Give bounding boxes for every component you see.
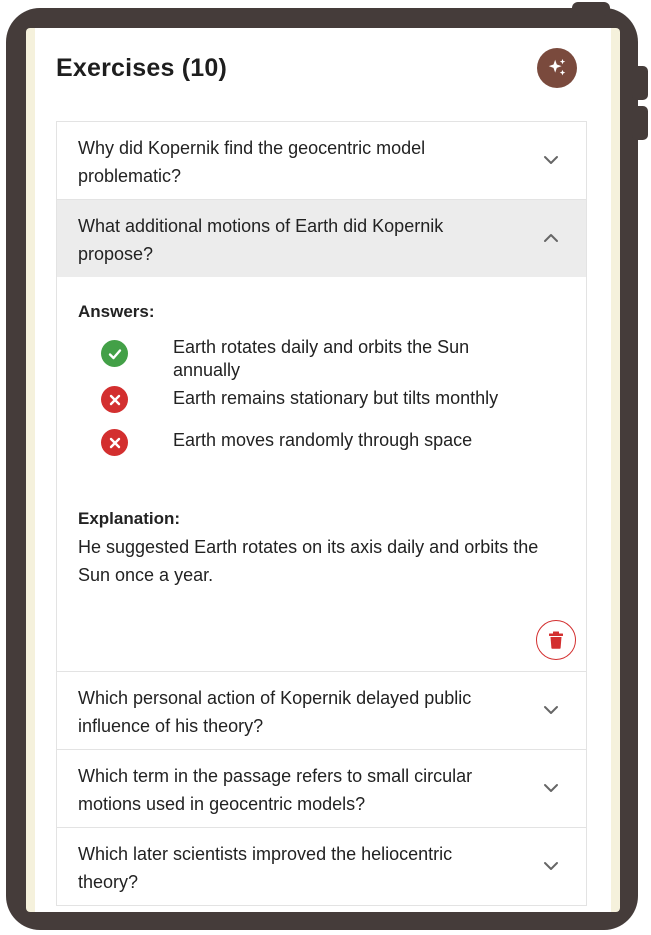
answers-label: Answers:	[78, 302, 155, 321]
explanation-label: Explanation:	[78, 509, 181, 528]
answer-text: Earth remains stationary but tilts month…	[173, 388, 499, 408]
chevron-down-icon	[544, 156, 558, 164]
exercise-question: Why did Kopernik find the geocentric mod…	[78, 138, 426, 186]
sparkles-icon	[548, 58, 566, 76]
exercise-item-expanded: What additional motions of Earth did Kop…	[57, 200, 586, 672]
exercise-question-row[interactable]: Which personal action of Kopernik delaye…	[57, 672, 586, 749]
exercise-question: Which term in the passage refers to smal…	[78, 766, 473, 814]
exercise-item: Why did Kopernik find the geocentric mod…	[57, 122, 586, 200]
answer-text: Earth rotates daily and orbits the Sun a…	[173, 337, 470, 380]
volume-up-button	[632, 66, 648, 100]
page-title: Exercises (10)	[56, 54, 227, 82]
exercises-screen: Exercises (10) Why did Kopernik find the…	[35, 28, 611, 912]
check-circle-icon	[101, 340, 128, 367]
exercise-question-row[interactable]: Which term in the passage refers to smal…	[57, 750, 586, 827]
exercise-question-row[interactable]: Why did Kopernik find the geocentric mod…	[57, 122, 586, 199]
exercise-details-panel: Answers: Earth rotates daily and orbits …	[57, 277, 586, 671]
exercise-question: What additional motions of Earth did Kop…	[78, 216, 444, 264]
volume-down-button	[632, 106, 648, 140]
x-circle-icon	[101, 386, 128, 413]
chevron-down-icon	[544, 862, 558, 870]
chevron-down-icon	[544, 706, 558, 714]
trash-icon	[549, 631, 563, 649]
exercise-item: Which personal action of Kopernik delaye…	[57, 672, 586, 750]
x-circle-icon	[101, 429, 128, 456]
ai-generate-button[interactable]	[537, 48, 577, 88]
exercise-item: Which later scientists improved the heli…	[57, 828, 586, 906]
chevron-down-icon	[544, 784, 558, 792]
answer-text: Earth moves randomly through space	[173, 430, 473, 450]
power-button	[572, 2, 610, 16]
exercise-question: Which personal action of Kopernik delaye…	[78, 688, 472, 736]
exercise-question-row[interactable]: Which later scientists improved the heli…	[57, 828, 586, 905]
exercise-item: Which term in the passage refers to smal…	[57, 750, 586, 828]
exercise-question-row[interactable]: What additional motions of Earth did Kop…	[57, 200, 586, 277]
explanation-text: He suggested Earth rotates on its axis d…	[78, 537, 539, 585]
exercise-question: Which later scientists improved the heli…	[78, 844, 453, 892]
exercise-list: Why did Kopernik find the geocentric mod…	[56, 121, 587, 906]
chevron-up-icon	[544, 234, 558, 242]
delete-exercise-button[interactable]	[536, 620, 576, 660]
